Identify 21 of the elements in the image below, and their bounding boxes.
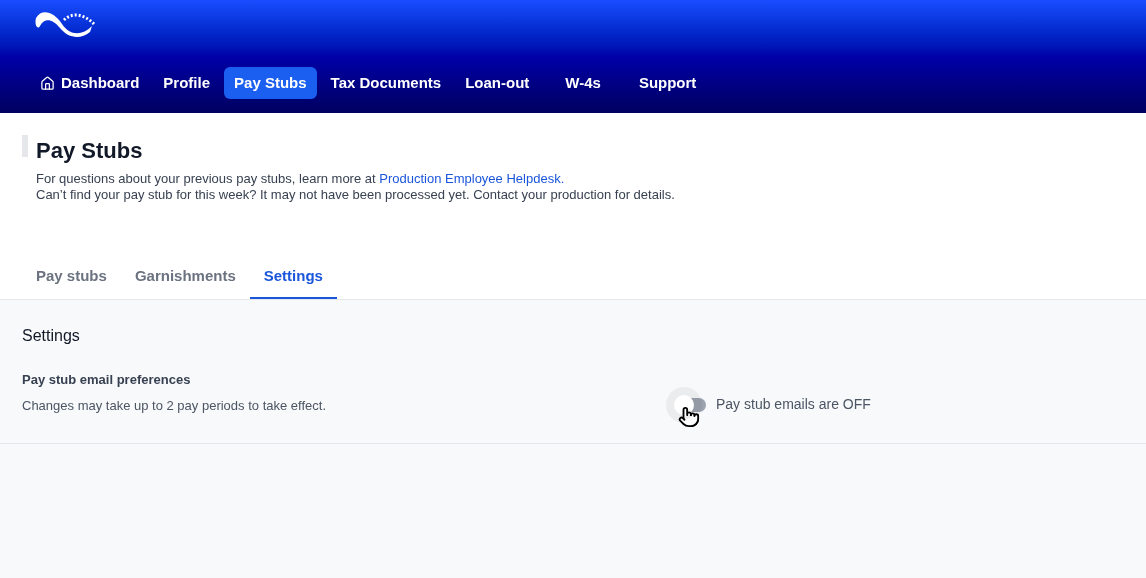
settings-heading: Settings (22, 326, 81, 346)
nav-tab[interactable]: Profile (153, 67, 221, 99)
home-icon (40, 75, 55, 91)
toggle-label: Pay stub emails are OFF (716, 395, 871, 414)
helpdesk-link[interactable]: Production Employee Helpdesk. (379, 171, 565, 186)
preference-label: Pay stub email preferences (22, 371, 192, 389)
tab[interactable]: Settings (249, 255, 337, 299)
tab[interactable]: Pay stubs (22, 255, 121, 299)
nav-tab[interactable]: Pay Stubs (224, 67, 317, 99)
hand-cursor-icon (678, 406, 700, 428)
nav-tab[interactable]: Loan-out (455, 67, 540, 99)
note-text: Can’t find your pay stub for this week? It may not have been processed yet. Contact your production for details. (36, 187, 676, 203)
nav-tab[interactable]: Tax Documents (320, 67, 452, 99)
title-accent (22, 135, 28, 157)
nav-tab[interactable]: Dashboard (30, 67, 150, 99)
nav-tab[interactable]: W-4s (555, 67, 611, 99)
page-title: Pay Stubs (36, 137, 144, 165)
intro-text: For questions about your previous pay stubs, learn more at Production Employee Helpdesk. (36, 171, 566, 187)
nav-tab[interactable]: Support (628, 67, 707, 99)
tab[interactable]: Garnishments (120, 255, 250, 299)
preference-description: Changes may take up to 2 pay periods to take effect. (22, 396, 327, 415)
